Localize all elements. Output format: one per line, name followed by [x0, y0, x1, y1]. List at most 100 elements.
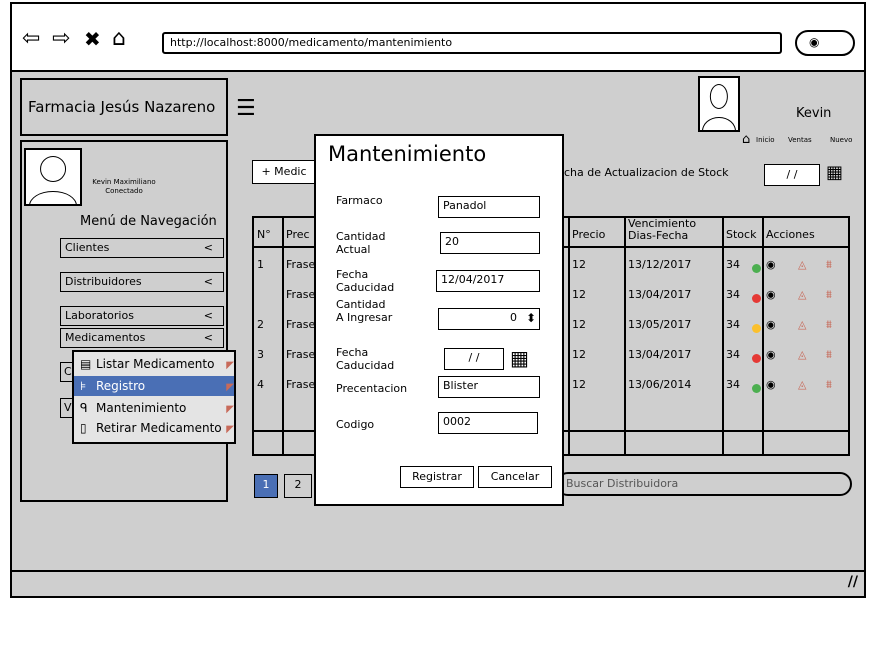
table-header: Precio [572, 228, 606, 241]
eye-icon[interactable]: ◉ [766, 288, 776, 301]
home-icon[interactable]: ⌂ [112, 24, 126, 54]
update-stock-label: cha de Actualizacion de Stock [564, 166, 729, 179]
table-cell-n: 4 [257, 378, 264, 391]
table-cell-precio: 12 [572, 378, 586, 391]
sidebar-item-label: Medicamentos [65, 331, 146, 344]
search-distribuidora-input[interactable]: Buscar Distribuidora [556, 472, 852, 496]
sidebar-item-clientes[interactable]: Clientes < [60, 238, 224, 258]
avatar [24, 148, 82, 206]
fecha-caducidad-field[interactable]: 12/04/2017 [436, 270, 540, 292]
status-dot [752, 324, 761, 333]
delete-icon[interactable]: ⩩ [826, 318, 832, 332]
forward-arrow-icon[interactable]: ⇨ [52, 24, 70, 54]
modal-title: Mantenimiento [328, 142, 487, 166]
breadcrumb-inicio[interactable]: Inicio [756, 136, 775, 144]
table-cell-stock: 34 [726, 288, 740, 301]
eye-icon[interactable]: ◉ [766, 378, 776, 391]
table-cell-vencimiento: 13/06/2014 [628, 378, 692, 391]
farmaco-field[interactable]: Panadol [438, 196, 540, 218]
face-icon [709, 84, 729, 110]
codigo-field[interactable]: 0002 [438, 412, 538, 434]
dropdown-item-label: Mantenimiento [96, 401, 187, 415]
table-cell-n: 3 [257, 348, 264, 361]
eye-icon[interactable]: ◉ [766, 258, 776, 271]
sidebar-item-label: Clientes [65, 241, 110, 254]
dropdown-item-retirar[interactable]: ▯ Retirar Medicamento ◤ [74, 418, 234, 438]
cart-icon: ⊧ [80, 379, 87, 393]
stepper-arrows-icon[interactable]: ⬍ [526, 309, 536, 327]
home-icon[interactable]: ⌂ [742, 132, 750, 147]
sidebar-item-label: Distribuidores [65, 275, 142, 288]
sidebar-user-status: Conectado [105, 187, 143, 195]
sidebar-item-distribuidores[interactable]: Distribuidores < [60, 272, 224, 292]
fecha-caducidad-label: Fecha Caducidad [336, 268, 395, 294]
table-cell-precio: 12 [572, 258, 586, 271]
page-1-button[interactable]: 1 [254, 474, 278, 498]
brand-title: Farmacia Jesús Nazareno [20, 78, 228, 136]
table-cell-vencimiento: 13/04/2017 [628, 348, 692, 361]
delete-icon[interactable]: ⩩ [826, 258, 832, 272]
table-cell-precio: 12 [572, 318, 586, 331]
breadcrumb-ventas[interactable]: Ventas [788, 136, 812, 144]
table-header: Vencimiento Dias-Fecha [628, 217, 697, 242]
registrar-button[interactable]: Registrar [400, 466, 474, 488]
pin-icon: ◤ [226, 424, 234, 435]
presentacion-field[interactable]: Blister [438, 376, 540, 398]
cantidad-actual-label: Cantidad Actual [336, 230, 386, 256]
chevron-left-icon: < [203, 331, 213, 344]
cantidad-ingresar-stepper[interactable]: 0 [438, 308, 540, 330]
sidebar-item-label: Laboratorios [65, 309, 134, 322]
hamburger-menu-icon[interactable]: ☰ [236, 98, 256, 120]
table-cell-precio: 12 [572, 288, 586, 301]
edit-icon[interactable]: ◬ [798, 378, 806, 391]
table-cell-n: 1 [257, 258, 264, 271]
status-dot [752, 264, 761, 273]
eye-icon[interactable]: ◉ [766, 348, 776, 361]
add-medicamento-button[interactable]: + Medic [252, 160, 316, 184]
dropdown-item-listar[interactable]: ▤ Listar Medicamento ◤ [74, 354, 234, 374]
browser-search-button[interactable]: ◉ [795, 30, 855, 56]
edit-icon[interactable]: ◬ [798, 348, 806, 361]
fecha-caducidad2-field[interactable]: / / [444, 348, 504, 370]
cantidad-actual-field[interactable]: 20 [440, 232, 540, 254]
dropdown-item-mantenimiento[interactable]: ᑫ Mantenimiento ◤ [74, 398, 234, 418]
delete-icon[interactable]: ⩩ [826, 378, 832, 392]
calendar-icon[interactable]: ▦ [826, 162, 843, 183]
dropdown-item-registro[interactable]: ⊧ Registro ◤ [74, 376, 234, 396]
eye-icon[interactable]: ◉ [766, 318, 776, 331]
header-username[interactable]: Kevin [796, 106, 831, 121]
calendar-icon[interactable]: ▦ [510, 346, 529, 370]
back-arrow-icon[interactable]: ⇦ [22, 24, 40, 54]
table-cell-stock: 34 [726, 348, 740, 361]
sidebar-user-info: Kevin Maximiliano Conectado [84, 178, 164, 196]
edit-icon[interactable]: ◬ [798, 258, 806, 271]
avatar[interactable] [698, 76, 740, 132]
page-2-button[interactable]: 2 [284, 474, 312, 498]
sidebar-item-laboratorios[interactable]: Laboratorios < [60, 306, 224, 326]
update-date-field[interactable]: / / [764, 164, 820, 186]
cancelar-button[interactable]: Cancelar [478, 466, 552, 488]
table-header: Stock [726, 228, 757, 241]
table-cell-prec: Frase [286, 318, 316, 331]
table-cell-vencimiento: 13/05/2017 [628, 318, 692, 331]
table-cell-stock: 34 [726, 258, 740, 271]
status-dot [752, 354, 761, 363]
delete-icon[interactable]: ⩩ [826, 288, 832, 302]
search-icon: ◉ [809, 35, 820, 49]
table-header: N° [257, 228, 271, 241]
status-dot [752, 294, 761, 303]
resize-grip-icon[interactable]: // [848, 574, 858, 590]
pin-icon: ◤ [226, 360, 234, 371]
sidebar-item-medicamentos[interactable]: Medicamentos < [60, 328, 224, 348]
table-cell-vencimiento: 13/12/2017 [628, 258, 692, 271]
delete-icon[interactable]: ⩩ [826, 348, 832, 362]
table-cell-prec: Frase [286, 258, 316, 271]
edit-icon[interactable]: ◬ [798, 318, 806, 331]
table-header: Acciones [766, 228, 815, 241]
breadcrumb-nuevo[interactable]: Nuevo [830, 136, 852, 144]
url-bar[interactable]: http://localhost:8000/medicamento/manten… [162, 32, 782, 54]
fecha-caducidad2-label: Fecha Caducidad [336, 346, 395, 372]
close-icon[interactable]: ✖ [84, 24, 101, 54]
pin-icon: ◤ [226, 382, 234, 393]
edit-icon[interactable]: ◬ [798, 288, 806, 301]
